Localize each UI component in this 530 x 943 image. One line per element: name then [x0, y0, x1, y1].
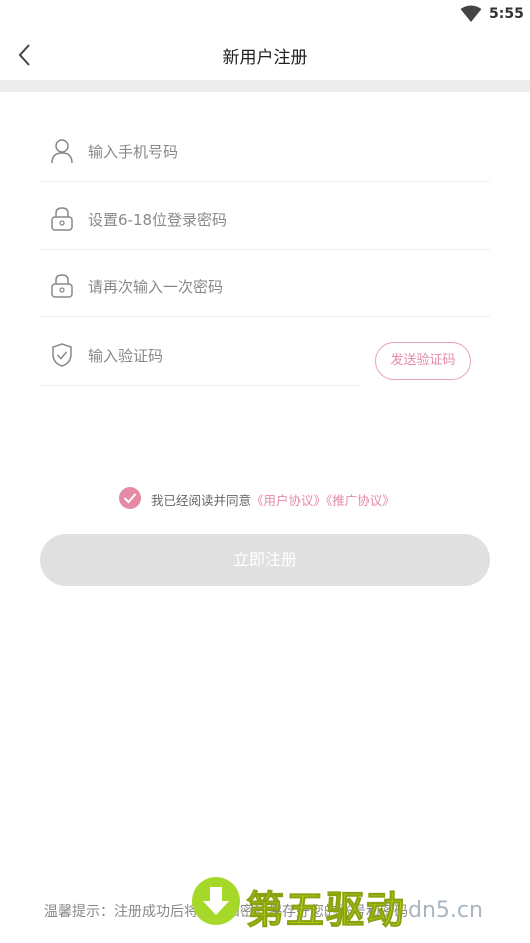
- header-divider: [0, 80, 530, 92]
- status-time: 5:55: [489, 6, 524, 22]
- password-input[interactable]: 设置6-18位登录密码: [88, 209, 227, 230]
- phone-input[interactable]: 输入手机号码: [88, 141, 178, 162]
- watermark-text: 第五驱动: [245, 888, 407, 933]
- promo-agreement-link[interactable]: 《推广协议》: [326, 493, 395, 508]
- confirm-password-field[interactable]: 请再次输入一次密码: [40, 256, 490, 317]
- agreement-text: 我已经阅读并同意《用户协议》《推广协议》: [151, 490, 395, 509]
- agreement-checkbox[interactable]: [119, 487, 141, 509]
- nav-bar: 新用户注册: [0, 30, 530, 80]
- user-agreement-link[interactable]: 《用户协议》: [251, 493, 326, 508]
- send-code-button[interactable]: 发送验证码: [375, 342, 471, 380]
- phone-field[interactable]: 输入手机号码: [40, 121, 490, 182]
- confirm-password-input[interactable]: 请再次输入一次密码: [88, 276, 223, 297]
- status-bar: 5:55: [0, 0, 530, 30]
- watermark-site: dn5.cn: [408, 898, 483, 923]
- lock-icon: [51, 274, 73, 298]
- check-icon: [123, 493, 137, 504]
- code-input[interactable]: 输入验证码: [88, 345, 163, 366]
- shield-check-icon: [52, 343, 72, 367]
- download-arrow-icon: [192, 877, 240, 925]
- lock-icon: [51, 207, 73, 231]
- watermark: 第五驱动 dn5.cn: [192, 874, 522, 934]
- register-button[interactable]: 立即注册: [40, 534, 490, 586]
- code-field[interactable]: 输入验证码: [40, 325, 360, 386]
- page-title: 新用户注册: [222, 48, 308, 68]
- wifi-icon: [460, 5, 482, 22]
- user-icon: [51, 139, 73, 164]
- agreement-prefix: 我已经阅读并同意: [151, 493, 252, 508]
- password-field[interactable]: 设置6-18位登录密码: [40, 189, 490, 250]
